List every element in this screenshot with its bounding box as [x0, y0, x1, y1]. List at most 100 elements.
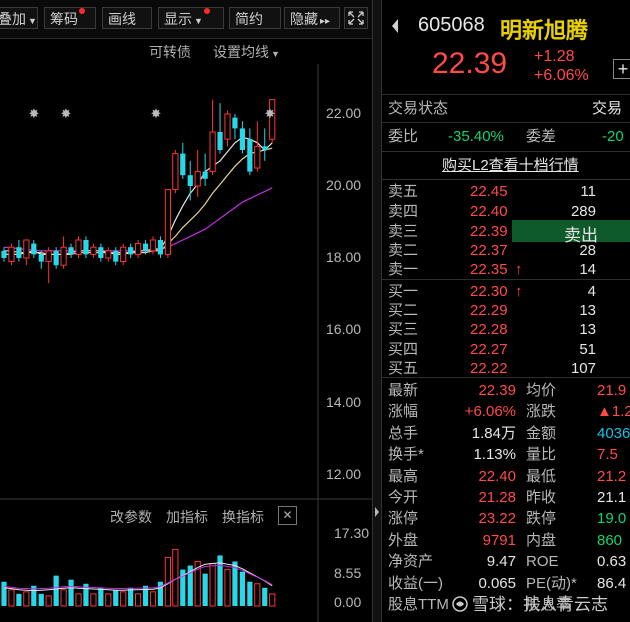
candle-body — [38, 254, 44, 262]
stat-label: 涨幅 — [388, 403, 419, 421]
candle-body — [128, 247, 134, 255]
stat-label: PE(动)* — [526, 574, 577, 592]
ask-price: 22.40 — [470, 203, 508, 220]
ask-price: 22.45 — [470, 183, 508, 200]
chips-button[interactable]: 筹码 — [44, 7, 96, 29]
volume-bar — [142, 585, 149, 606]
candle-body — [83, 240, 89, 255]
stat-value: 86.4 — [597, 574, 627, 592]
stat-value: +6.06% — [464, 403, 516, 421]
bid-price: 22.22 — [470, 360, 508, 377]
candle-body — [254, 145, 261, 169]
stock-name: 明新旭腾 — [500, 18, 589, 43]
volume-bar — [149, 591, 157, 607]
stat-value: 4036 — [597, 424, 630, 442]
volume-bar — [224, 569, 231, 607]
stat-label: 换手* — [388, 446, 424, 464]
notification-dot — [203, 8, 210, 14]
candlestick-chart[interactable]: ✸ ✸ ✸ ✸ — [0, 38, 372, 622]
stat-value: 0.63 — [597, 553, 627, 571]
chart-toolbar: 叠加 ▼ 筹码 画线 显示 ▼ 简约 隐藏 ▸▸ — [0, 0, 372, 39]
volume-bar — [128, 587, 134, 606]
volume-bar — [53, 575, 59, 606]
up-arrow-icon: ↑ — [515, 283, 523, 300]
candle-body — [23, 239, 30, 259]
candle-body — [247, 139, 253, 172]
bid-price: 22.27 — [470, 341, 508, 358]
price-tick-label: 18.00 — [326, 249, 362, 265]
stat-label: 涨跌 — [526, 403, 557, 421]
stat-label: 量比 — [526, 446, 557, 464]
stat-value: 23.22 — [478, 510, 516, 528]
fullscreen-button[interactable] — [344, 7, 368, 29]
volume-bar — [120, 591, 127, 607]
candle-body — [149, 239, 157, 252]
ask-volume: 14 — [579, 261, 596, 278]
panel-splitter[interactable] — [372, 0, 382, 622]
candle-body — [53, 250, 59, 266]
volume-bar — [16, 593, 22, 606]
stat-label: 跌停 — [526, 510, 557, 528]
candle-body — [8, 246, 15, 263]
price-tick-label: 20.00 — [326, 177, 362, 193]
display-button[interactable]: 显示 ▼ — [158, 7, 224, 29]
volume-bar — [98, 587, 104, 606]
candle-body — [60, 246, 67, 266]
kline-chart-area: 可转债 设置均线 ▼ ✸ ✸ ✸ ✸ 22.00 20.00 18.00 16.00 1… — [0, 38, 372, 622]
candle-body — [202, 171, 208, 179]
stat-label: 涨停 — [388, 510, 419, 528]
event-star-icon: ✸ — [151, 106, 162, 121]
fullscreen-icon — [348, 11, 364, 25]
ma10-line — [4, 147, 273, 255]
stat-label: 总手 — [388, 424, 419, 442]
stat-label: ROE — [526, 553, 559, 571]
overlay-button[interactable]: 叠加 ▼ — [0, 7, 38, 29]
bid-price: 22.29 — [470, 302, 508, 319]
expand-arrow-icon — [375, 507, 379, 517]
candle-body — [157, 240, 164, 255]
stat-label: 股息率 — [526, 596, 572, 613]
prev-stock-arrow-icon[interactable] — [390, 18, 400, 34]
bid-volume: 4 — [587, 283, 596, 300]
separator — [382, 179, 630, 180]
stat-value: 21.28 — [478, 489, 516, 506]
stat-label: 均价 — [526, 382, 557, 399]
hide-button[interactable]: 隐藏 ▸▸ — [284, 7, 340, 29]
volume-bar — [75, 593, 82, 607]
volume-bar — [1, 581, 7, 606]
ask-price: 22.35 — [470, 261, 508, 278]
candle-body — [98, 247, 104, 258]
close-icon[interactable]: ✕ — [278, 506, 297, 525]
double-arrow-icon: ▸▸ — [320, 16, 331, 27]
candle-body — [105, 250, 112, 259]
price-tick-label: 14.00 — [326, 394, 362, 410]
candle-body — [135, 243, 142, 255]
ask-volume: 28 — [579, 242, 596, 259]
candle-body — [172, 153, 179, 191]
candle-body — [262, 146, 268, 150]
event-star-icon: ✸ — [265, 106, 276, 121]
toolbar-label: 隐藏 — [290, 11, 318, 27]
volume-bar — [113, 589, 119, 606]
draw-line-button[interactable]: 画线 — [102, 7, 152, 29]
add-indicator-button[interactable]: 加指标 — [166, 507, 208, 527]
committee-diff-label: 委差 — [526, 128, 557, 145]
simple-mode-button[interactable]: 简约 — [229, 7, 281, 29]
volume-bar — [60, 589, 67, 607]
stat-value: 860 — [597, 531, 623, 549]
candle-body — [224, 113, 231, 140]
switch-indicator-button[interactable]: 换指标 — [222, 507, 264, 527]
notification-dot — [79, 8, 85, 14]
stat-value: 7.5 — [597, 446, 618, 464]
stat-value: 1.13% — [473, 446, 516, 464]
candle-body — [217, 132, 223, 150]
bid-level-label: 买二 — [388, 302, 419, 319]
buy-l2-link[interactable]: 购买L2查看十档行情 — [442, 156, 579, 176]
current-price: 22.39 — [432, 47, 508, 80]
stat-value: ▲1.2 — [597, 403, 630, 421]
chevron-down-icon: ▼ — [194, 16, 203, 26]
stat-value: 22.40 — [478, 467, 516, 485]
change-params-button[interactable]: 改参数 — [110, 507, 152, 527]
add-watchlist-button[interactable]: + — [613, 59, 630, 79]
candle-body — [187, 175, 193, 186]
